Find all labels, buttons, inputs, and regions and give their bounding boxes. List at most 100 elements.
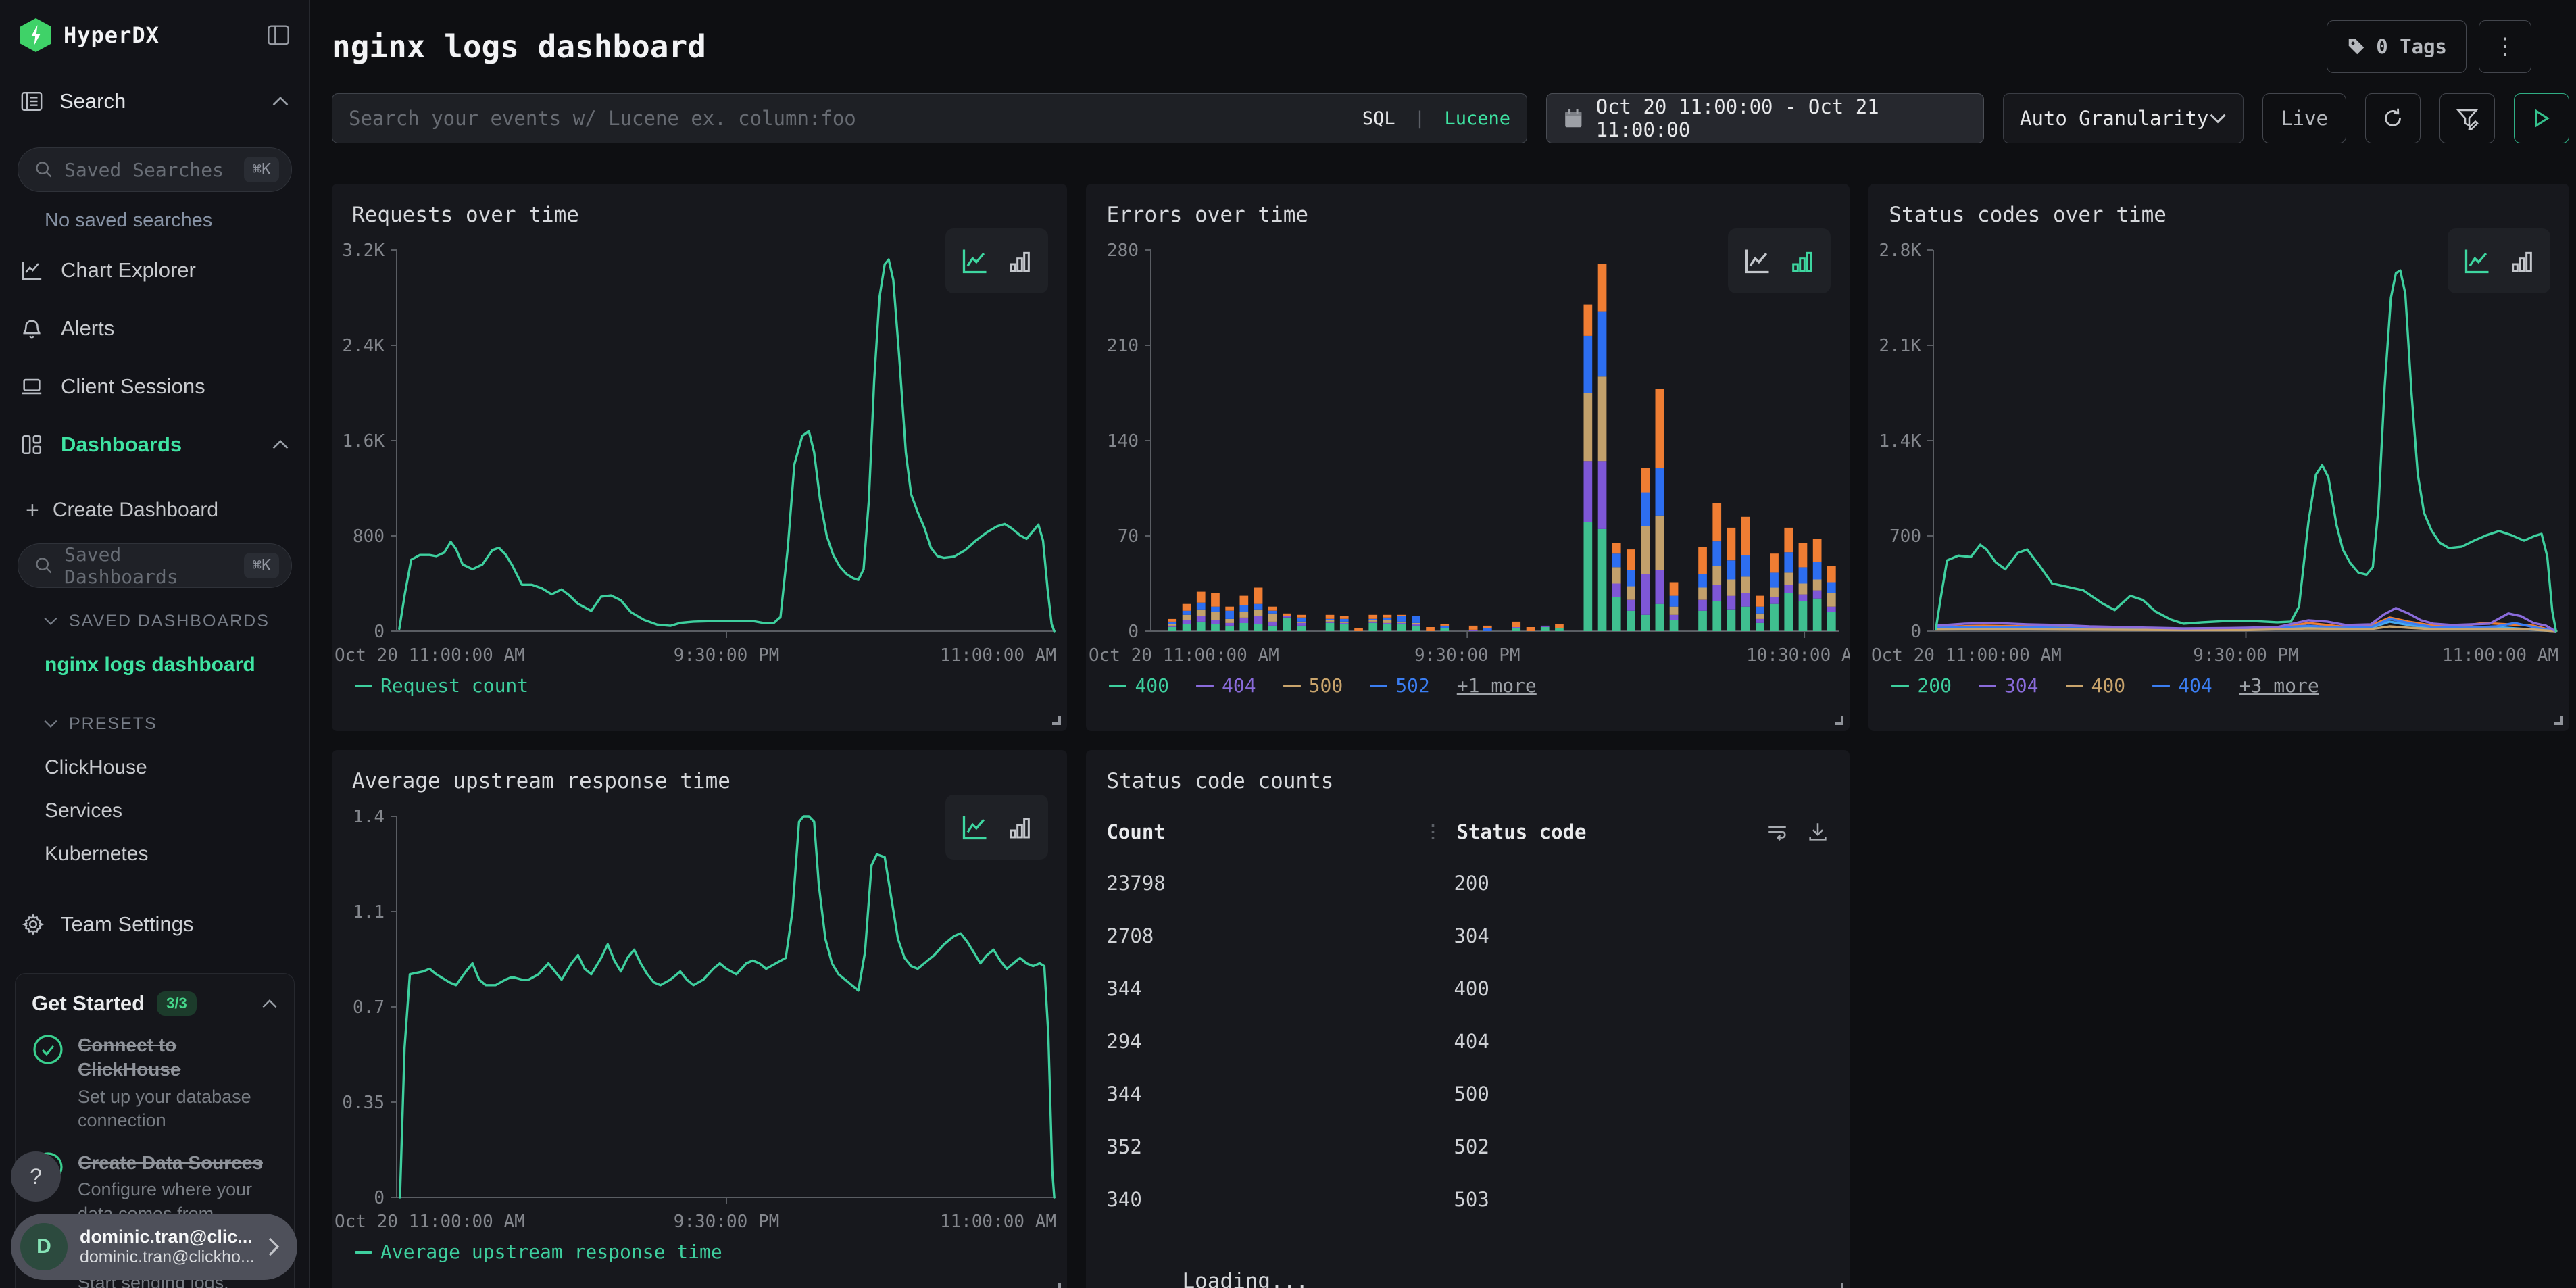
sidebar-item-clickhouse[interactable]: ClickHouse <box>0 746 309 789</box>
search-input[interactable] <box>349 107 1350 130</box>
chart-legend: 400 404 500 502 +1 more <box>1086 670 1850 731</box>
saved-dashboards-input[interactable]: Saved Dashboards ⌘K <box>18 543 292 588</box>
chart-legend: 200 304 400 404 +3 more <box>1868 670 2569 731</box>
line-chart-toggle-icon[interactable] <box>960 812 990 842</box>
query-language-toggle[interactable]: SQL | Lucene <box>1362 108 1510 129</box>
svg-text:2.8K: 2.8K <box>1879 241 1922 261</box>
wrap-lines-icon[interactable] <box>1766 820 1789 843</box>
sidebar-item-alerts[interactable]: Alerts <box>0 299 309 357</box>
presets-section-header[interactable]: PRESETS <box>0 701 309 746</box>
chart-title: Status codes over time <box>1868 184 2569 227</box>
table-row[interactable]: 352502 <box>1106 1120 1829 1173</box>
sql-toggle[interactable]: SQL <box>1362 108 1395 129</box>
kbd-shortcut: ⌘K <box>244 553 279 578</box>
legend-item[interactable]: 200 <box>1891 674 1952 697</box>
line-chart-toggle-icon[interactable] <box>960 246 990 276</box>
search-icon <box>34 160 53 179</box>
get-started-step-connect[interactable]: Connect to ClickHouse Set up your databa… <box>32 1033 278 1133</box>
bar-chart-toggle-icon[interactable] <box>1789 247 1816 274</box>
lucene-toggle[interactable]: Lucene <box>1444 108 1510 129</box>
legend-item[interactable]: 404 <box>2152 674 2212 697</box>
sidebar-item-search[interactable]: Search <box>0 70 309 132</box>
sidebar-item-label: Dashboards <box>61 432 254 457</box>
svg-text:11:00:00 AM: 11:00:00 AM <box>940 1212 1056 1232</box>
table-row[interactable]: 2708304 <box>1106 910 1829 962</box>
run-query-button[interactable] <box>2514 93 2569 143</box>
date-range-picker[interactable]: Oct 20 11:00:00 - Oct 21 11:00:00 <box>1546 93 1984 143</box>
sidebar-item-team-settings[interactable]: Team Settings <box>0 896 309 953</box>
sidebar-item-services[interactable]: Services <box>0 789 309 833</box>
table-row[interactable]: 23798200 <box>1106 857 1829 910</box>
legend-more-link[interactable]: +1 more <box>1457 674 1537 697</box>
live-button[interactable]: Live <box>2262 93 2346 143</box>
legend-item[interactable]: Request count <box>355 674 528 697</box>
chart-legend: Request count <box>332 670 1067 731</box>
bar-chart-toggle-icon[interactable] <box>2508 247 2535 274</box>
sidebar-item-chart-explorer[interactable]: Chart Explorer <box>0 241 309 299</box>
svg-text:9:30:00 PM: 9:30:00 PM <box>1414 645 1520 666</box>
resize-handle[interactable] <box>1835 716 1843 725</box>
sidebar-item-dashboards[interactable]: Dashboards <box>0 416 309 474</box>
more-options-button[interactable]: ⋮ <box>2479 20 2531 73</box>
main-content: nginx logs dashboard 0 Tags ⋮ SQL | Luce… <box>310 0 2576 1288</box>
column-resize-handle[interactable]: ⋮ <box>1424 822 1440 842</box>
filter-button[interactable] <box>2439 93 2495 143</box>
no-saved-searches-label: No saved searches <box>0 192 309 241</box>
legend-item[interactable]: Average upstream response time <box>355 1241 722 1263</box>
chart-type-toggle <box>945 795 1048 860</box>
chart-title: Average upstream response time <box>332 750 1067 793</box>
table-row[interactable]: 344500 <box>1106 1068 1829 1120</box>
user-name: dominic.tran@clic... <box>80 1227 255 1247</box>
legend-item[interactable]: 400 <box>1109 674 1169 697</box>
team-settings-label: Team Settings <box>61 912 193 937</box>
requests-chart[interactable]: 08001.6K2.4K3.2KOct 20 11:00:00 AM9:30:0… <box>332 227 1067 670</box>
section-label: SAVED DASHBOARDS <box>69 612 270 631</box>
table-row[interactable]: 344400 <box>1106 962 1829 1015</box>
resize-handle[interactable] <box>1052 1283 1061 1288</box>
chevron-up-icon[interactable] <box>262 999 278 1009</box>
create-dashboard-button[interactable]: + Create Dashboard <box>0 484 309 537</box>
bar-chart-toggle-icon[interactable] <box>1006 247 1033 274</box>
svg-text:280: 280 <box>1107 241 1139 261</box>
status-codes-chart[interactable]: 07001.4K2.1K2.8KOct 20 11:00:00 AM9:30:0… <box>1868 227 2569 670</box>
resize-handle[interactable] <box>1052 716 1061 725</box>
legend-item[interactable]: 304 <box>1979 674 2039 697</box>
svg-text:700: 700 <box>1889 526 1921 547</box>
saved-searches-placeholder: Saved Searches <box>64 159 233 181</box>
legend-more-link[interactable]: +3 more <box>2239 674 2319 697</box>
cell-status: 404 <box>1454 1030 1489 1053</box>
errors-chart[interactable]: 070140210280Oct 20 11:00:00 AM9:30:00 PM… <box>1086 227 1850 670</box>
chevron-down-icon <box>43 719 58 728</box>
svg-text:0: 0 <box>1129 622 1139 642</box>
legend-item[interactable]: 502 <box>1370 674 1430 697</box>
tags-button[interactable]: 0 Tags <box>2327 20 2467 73</box>
granularity-select[interactable]: Auto Granularity <box>2003 93 2244 143</box>
bar-chart-toggle-icon[interactable] <box>1006 814 1033 841</box>
card-avg-upstream-response: Average upstream response time 00.350.71… <box>332 750 1067 1288</box>
legend-item[interactable]: 400 <box>2066 674 2126 697</box>
line-chart-toggle-icon[interactable] <box>2462 246 2492 276</box>
download-icon[interactable] <box>1806 820 1829 843</box>
resize-handle[interactable] <box>1835 1283 1843 1288</box>
avg-upstream-chart[interactable]: 00.350.71.11.4Oct 20 11:00:00 AM9:30:00 … <box>332 793 1067 1237</box>
empty-grid-cell <box>1868 750 2569 1288</box>
sidebar-item-nginx-logs-dashboard[interactable]: nginx logs dashboard <box>0 643 309 687</box>
table-row[interactable]: 340503 <box>1106 1173 1829 1226</box>
column-header-count[interactable]: Count <box>1106 820 1424 843</box>
legend-item[interactable]: 500 <box>1283 674 1343 697</box>
saved-searches-input[interactable]: Saved Searches ⌘K <box>18 147 292 192</box>
table-row[interactable]: 294404 <box>1106 1015 1829 1068</box>
user-menu[interactable]: D dominic.tran@clic... dominic.tran@clic… <box>11 1214 297 1280</box>
sidebar-item-kubernetes[interactable]: Kubernetes <box>0 833 309 876</box>
app-title: HyperDX <box>64 22 255 48</box>
refresh-button[interactable] <box>2365 93 2421 143</box>
column-header-status-code[interactable]: Status code <box>1456 820 1586 843</box>
collapse-sidebar-icon[interactable] <box>268 25 289 45</box>
saved-dashboards-section-header[interactable]: SAVED DASHBOARDS <box>0 599 309 643</box>
sidebar-item-client-sessions[interactable]: Client Sessions <box>0 357 309 416</box>
line-chart-toggle-icon[interactable] <box>1743 246 1773 276</box>
resize-handle[interactable] <box>2554 716 2563 725</box>
legend-item[interactable]: 404 <box>1196 674 1256 697</box>
bell-icon <box>20 317 43 340</box>
help-button[interactable]: ? <box>11 1151 61 1202</box>
